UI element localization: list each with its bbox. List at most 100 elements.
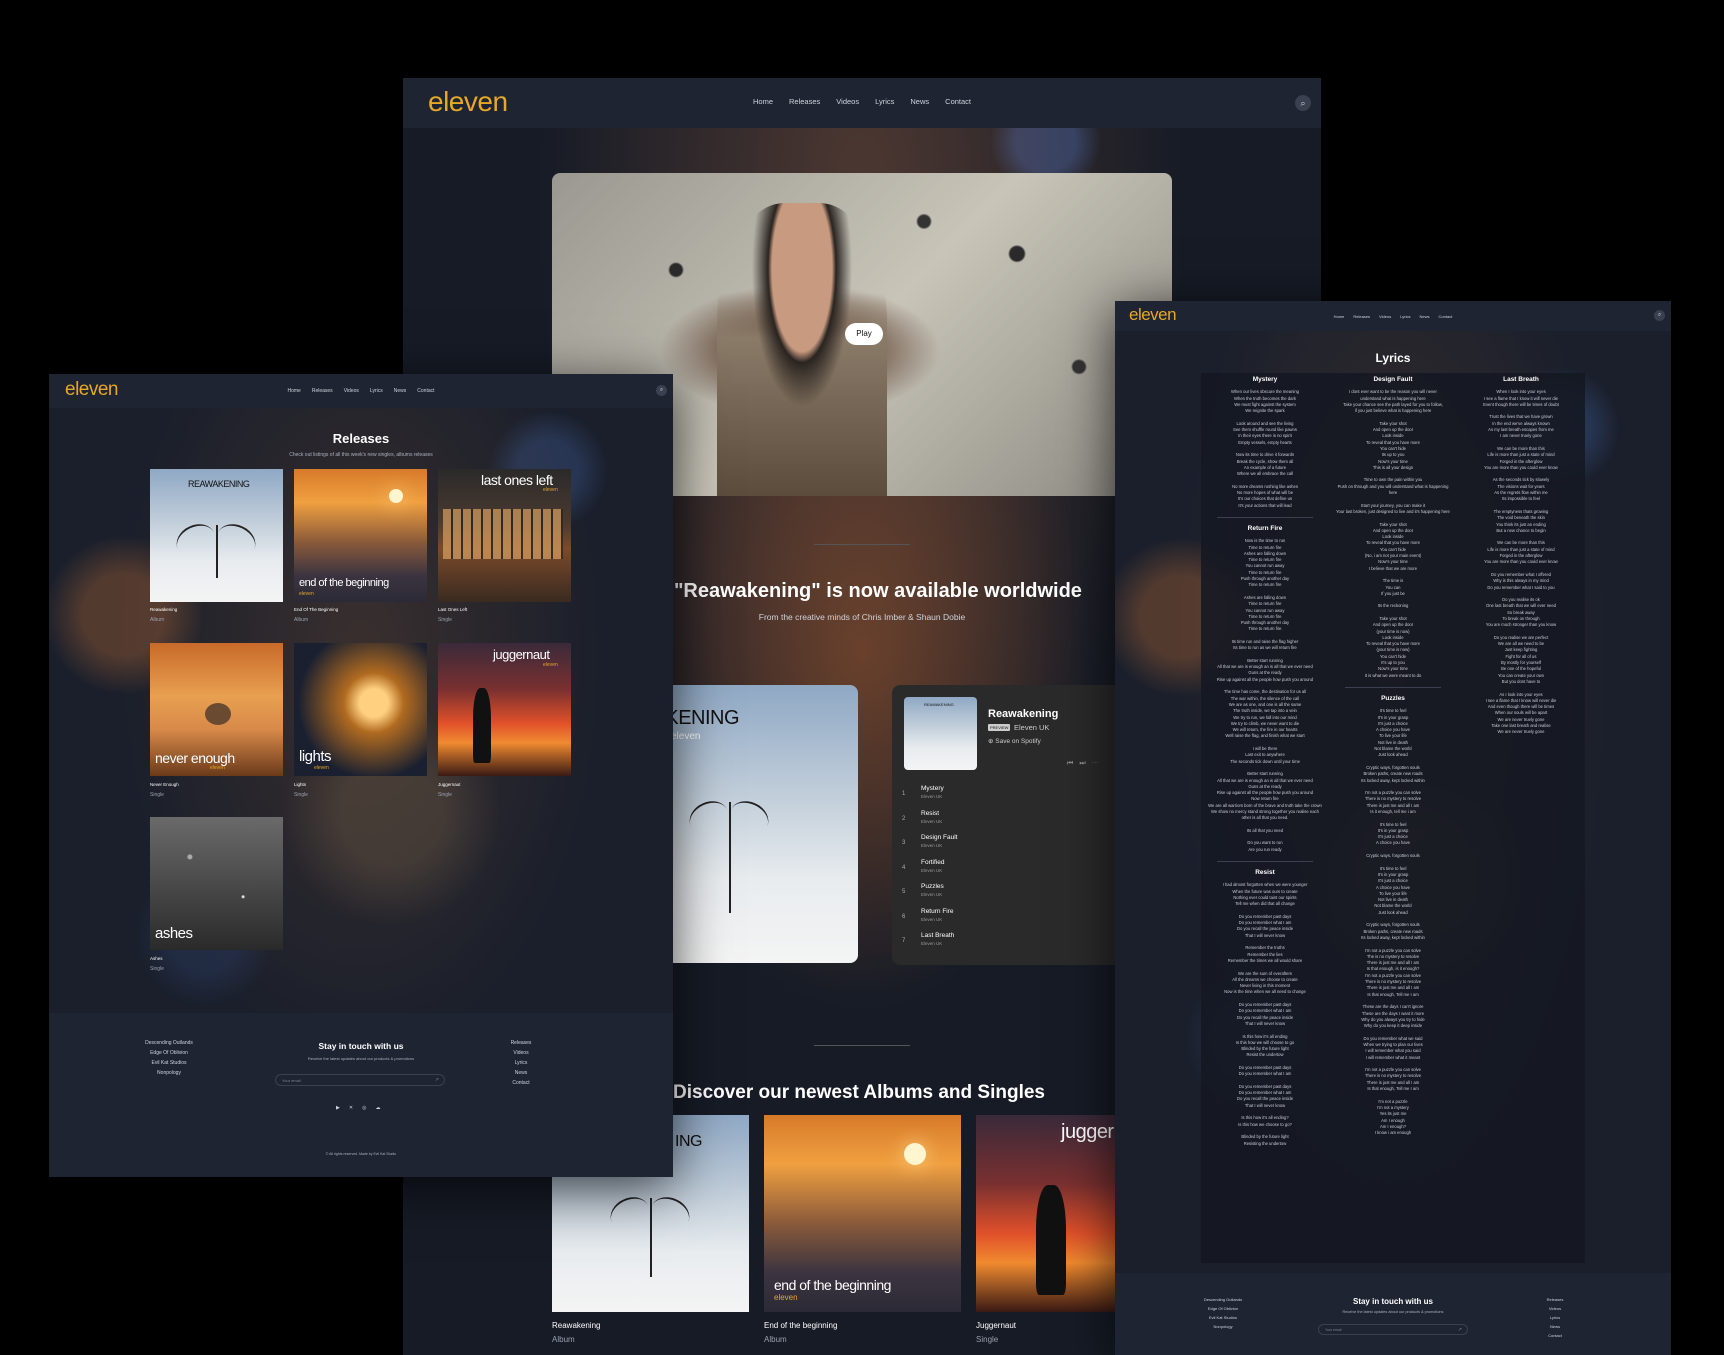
footer-title: Stay in touch with us [1352, 1297, 1433, 1306]
release-card-0-art[interactable]: REAWAKENING [150, 469, 283, 602]
footer-link[interactable]: Lyrics [501, 1058, 541, 1068]
nav-contact[interactable]: Contact [945, 97, 971, 106]
release-card-5-title[interactable]: Juggernaut [438, 782, 461, 787]
release-card-4-art[interactable]: lights eleven [294, 643, 427, 776]
footer-link[interactable]: Lyrics [1535, 1313, 1575, 1322]
track-row[interactable]: 3 Design Fault Eleven UK [902, 834, 1102, 859]
track-row[interactable]: 6 Return Fire Eleven UK [902, 908, 1102, 933]
stone-graphic [205, 703, 231, 725]
release-card-2-title[interactable]: Last Ones Left [438, 607, 467, 612]
track-row[interactable]: 7 Last Breath Eleven UK [902, 932, 1102, 957]
track-row[interactable]: 5 Puzzles Eleven UK [902, 883, 1102, 908]
discover-card-1-art[interactable]: end of the beginning eleven [764, 1115, 961, 1312]
footer-link[interactable]: News [1535, 1322, 1575, 1331]
track-title: Last Breath [921, 932, 955, 939]
nav-lyrics[interactable]: Lyrics [875, 97, 894, 106]
footer-link[interactable]: Releases [1535, 1295, 1575, 1304]
nav-news[interactable]: News [910, 97, 929, 106]
silhouette-graphic [1036, 1185, 1066, 1295]
search-icon[interactable]: ⌕ [656, 385, 667, 396]
nav-home[interactable]: Home [753, 97, 773, 106]
footer-link[interactable]: News [501, 1068, 541, 1078]
footer-link[interactable]: Videos [501, 1048, 541, 1058]
release-card-2-art[interactable]: last ones left eleven [438, 469, 571, 602]
release-card-3-art[interactable]: never enough eleven [150, 643, 283, 776]
nav-releases[interactable]: Releases [1353, 314, 1370, 319]
send-icon[interactable]: ↗ [1458, 1327, 1462, 1333]
nav-links: Home Releases Videos Lyrics News Contact [753, 97, 971, 106]
logo[interactable]: eleven [428, 86, 508, 118]
lyric-line: I dont ever want to be the reason you wi… [1349, 389, 1437, 395]
preview-badge: PREVIEW [988, 724, 1011, 731]
search-icon[interactable]: ⌕ [1654, 310, 1665, 321]
nav-lyrics[interactable]: Lyrics [1400, 314, 1410, 319]
footer-link[interactable]: Nonpology [1198, 1322, 1248, 1331]
nav-videos[interactable]: Videos [344, 388, 359, 394]
youtube-icon[interactable]: ▶ [336, 1105, 340, 1111]
nav-contact[interactable]: Contact [1439, 314, 1453, 319]
discover-card-0-title[interactable]: Reawakening [552, 1321, 600, 1330]
footer-link[interactable]: Videos [1535, 1304, 1575, 1313]
nav-lyrics[interactable]: Lyrics [370, 388, 383, 394]
nav-home[interactable]: Home [287, 388, 300, 394]
player-artist[interactable]: Eleven UK [1014, 723, 1049, 732]
release-card-5-art[interactable]: juggernaut eleven [438, 643, 571, 776]
logo[interactable]: eleven [1129, 305, 1177, 325]
email-input[interactable]: Your email ↗ [275, 1074, 445, 1086]
logo[interactable]: eleven [65, 379, 119, 401]
soundcloud-icon[interactable]: ☁ [375, 1105, 380, 1111]
save-on-spotify[interactable]: ⊕ Save on Spotify [988, 737, 1041, 745]
instagram-icon[interactable]: ◎ [362, 1105, 366, 1111]
discover-card-1-title[interactable]: End of the beginning [764, 1321, 837, 1330]
release-card-6-title[interactable]: Ashes [150, 956, 163, 961]
release-card-4-title[interactable]: Lights [294, 782, 306, 787]
nav-home[interactable]: Home [1334, 314, 1345, 319]
nav-videos[interactable]: Videos [836, 97, 859, 106]
lyric-line: I know i am enough [1374, 1130, 1412, 1136]
discover-card-2-title[interactable]: Juggernaut [976, 1321, 1016, 1330]
lyric-line: It is what we were meant to do [1364, 672, 1422, 678]
next-icon[interactable]: ⏭ [1079, 760, 1091, 767]
x-icon[interactable]: ✕ [349, 1105, 353, 1111]
nav-news[interactable]: News [394, 388, 407, 394]
footer-link[interactable]: Nonpology [139, 1068, 199, 1078]
track-row[interactable]: 4 Fortified Eleven UK [902, 859, 1102, 884]
footer-link[interactable]: Evil Kat Studios [1198, 1313, 1248, 1322]
nav-contact[interactable]: Contact [417, 388, 434, 394]
song-divider [1345, 686, 1441, 688]
footer-link[interactable]: Contact [1535, 1331, 1575, 1340]
top-nav: eleven Home Releases Videos Lyrics News … [1115, 301, 1671, 331]
prev-icon[interactable]: ⏮ [1067, 760, 1079, 767]
lyric-line: I had almost forgotten when we were youn… [1222, 882, 1308, 888]
release-card-1-title[interactable]: End Of The Beginning [294, 607, 338, 612]
tree-graphic [728, 801, 731, 913]
search-icon[interactable]: ⌕ [1295, 95, 1311, 111]
song-title: Mystery [1252, 376, 1278, 383]
track-row[interactable]: 2 Resist Eleven UK [902, 810, 1102, 835]
nav-releases[interactable]: Releases [789, 97, 820, 106]
track-row[interactable]: 1 Mystery Eleven UK [902, 785, 1102, 810]
release-card-0-art-text: REAWAKENING [188, 479, 250, 489]
release-card-3-type: Single [150, 792, 164, 798]
discover-title: Discover our newest Albums and Singles [673, 1082, 1046, 1103]
social-icons: ▶ ✕ ◎ ☁ [336, 1105, 380, 1111]
release-card-0-title[interactable]: Reawakening [150, 607, 177, 612]
releases-subtitle: Check out listings of all this week's ne… [289, 452, 433, 458]
release-card-1-art[interactable]: end of the beginning eleven [294, 469, 427, 602]
email-input[interactable]: Your email ↗ [1318, 1324, 1468, 1335]
release-card-6-art[interactable]: ashes [150, 817, 283, 950]
release-card-4-art-sub: eleven [314, 765, 329, 771]
play-button[interactable]: Play [845, 323, 883, 345]
more-icon[interactable]: ⋯ [1092, 760, 1105, 767]
release-card-3-title[interactable]: Never Enough [150, 782, 179, 787]
track-number: 1 [902, 791, 906, 797]
nav-videos[interactable]: Videos [1379, 314, 1391, 319]
nav-releases[interactable]: Releases [312, 388, 333, 394]
send-icon[interactable]: ↗ [435, 1077, 439, 1083]
releases-page-window: eleven Home Releases Videos Lyrics News … [49, 374, 673, 1177]
footer-link[interactable]: Contact [501, 1078, 541, 1088]
track-number: 4 [902, 864, 906, 871]
footer-link[interactable]: Releases [501, 1038, 541, 1048]
nav-news[interactable]: News [1420, 314, 1430, 319]
track-title: Resist [921, 809, 940, 817]
